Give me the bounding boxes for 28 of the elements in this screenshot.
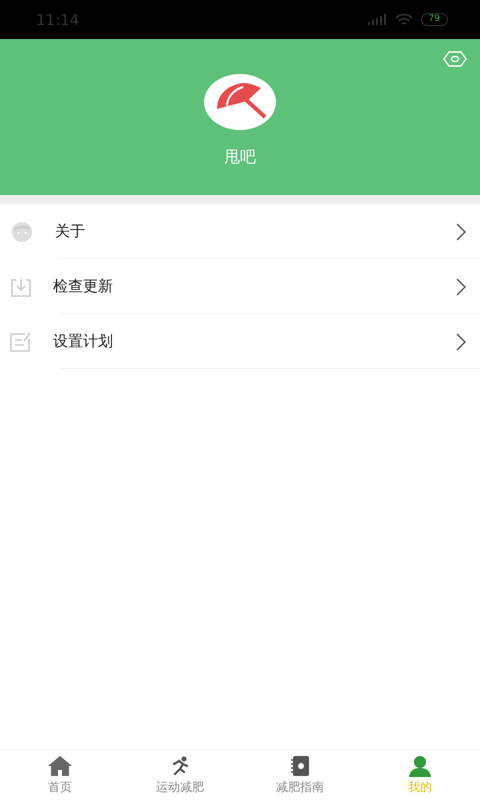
person-icon bbox=[10, 220, 34, 242]
menu-label: 关于 bbox=[55, 222, 86, 241]
nav-tab[interactable]: 减肥指南 bbox=[240, 750, 360, 800]
app-name: 甩吧 bbox=[224, 147, 256, 168]
menu-item[interactable]: 关于 bbox=[0, 204, 480, 259]
home-icon bbox=[47, 754, 73, 776]
chevron-right-icon bbox=[456, 332, 466, 350]
signal-icon bbox=[366, 14, 387, 26]
menu-item[interactable]: 设置计划 bbox=[0, 314, 480, 369]
edit-icon bbox=[10, 330, 32, 352]
nav-tab[interactable]: 运动减肥 bbox=[120, 750, 240, 800]
menu-label: 设置计划 bbox=[53, 332, 114, 351]
person-icon bbox=[408, 754, 432, 776]
tab-label: 我的 bbox=[408, 778, 432, 796]
tab-label: 首页 bbox=[48, 778, 72, 796]
tab-label: 运动减肥 bbox=[156, 778, 204, 796]
menu-label: 检查更新 bbox=[53, 277, 114, 296]
menu-item[interactable]: 检查更新 bbox=[0, 259, 480, 314]
settings-icon[interactable] bbox=[443, 49, 467, 69]
chevron-right-icon bbox=[456, 278, 466, 296]
battery-indicator: 79 bbox=[420, 13, 448, 26]
chevron-right-icon bbox=[456, 222, 466, 240]
nav-tab[interactable]: 我的 bbox=[360, 750, 480, 800]
nav-tab[interactable]: 首页 bbox=[0, 750, 120, 800]
notebook-icon bbox=[289, 754, 311, 776]
wifi-icon bbox=[394, 13, 413, 26]
umbrella-logo-icon bbox=[203, 73, 277, 131]
tab-label: 减肥指南 bbox=[276, 778, 324, 796]
